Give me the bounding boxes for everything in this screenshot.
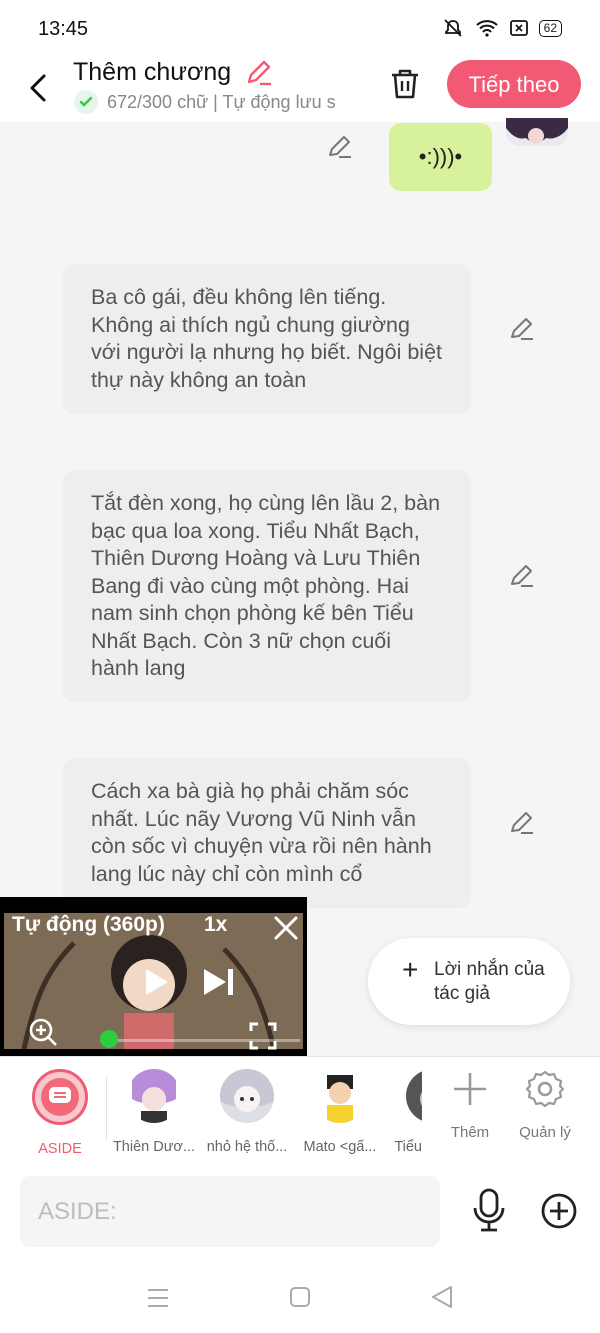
microphone-icon[interactable] bbox=[470, 1188, 508, 1232]
edit-message-icon[interactable] bbox=[508, 315, 536, 343]
close-icon[interactable] bbox=[272, 914, 300, 942]
character-item[interactable]: Thiên Dươ... bbox=[109, 1069, 199, 1155]
saved-check-icon bbox=[74, 90, 98, 114]
video-quality[interactable]: Tự động (360p) bbox=[12, 913, 165, 937]
battery-level: 62 bbox=[538, 19, 562, 37]
author-note-label: Lời nhắn của tác giả bbox=[434, 959, 545, 1004]
add-character-button[interactable]: Thêm bbox=[435, 1069, 505, 1141]
word-count-status: 672/300 chữ | Tự động lưu s bbox=[107, 92, 336, 112]
message-text: Cách xa bà già họ phải chăm sóc nhất. Lú… bbox=[91, 779, 432, 886]
edit-message-icon[interactable] bbox=[326, 133, 354, 161]
mute-icon bbox=[444, 19, 462, 37]
manage-label: Quản lý bbox=[519, 1124, 571, 1141]
avatar bbox=[127, 1069, 181, 1123]
trash-icon[interactable] bbox=[388, 66, 422, 102]
system-navigation bbox=[0, 1264, 600, 1333]
character-item[interactable]: nhỏ hệ thố... bbox=[202, 1069, 292, 1155]
next-button[interactable]: Tiếp theo bbox=[447, 60, 581, 108]
manage-characters-button[interactable]: Quản lý bbox=[510, 1069, 580, 1141]
character-label: Tiểu bbox=[394, 1139, 422, 1155]
video-speed[interactable]: 1x bbox=[204, 913, 227, 937]
skip-next-icon[interactable] bbox=[202, 967, 236, 997]
play-icon[interactable] bbox=[142, 967, 170, 997]
zoom-in-icon[interactable] bbox=[28, 1017, 58, 1047]
add-label: Thêm bbox=[450, 1124, 490, 1141]
avatar bbox=[406, 1069, 422, 1123]
character-label: nhỏ hệ thố... bbox=[206, 1139, 288, 1155]
voice-message-bubble[interactable]: •:)))• bbox=[389, 123, 492, 191]
aside-avatar bbox=[32, 1069, 88, 1125]
character-avatar bbox=[506, 118, 568, 146]
add-icon[interactable] bbox=[540, 1192, 578, 1230]
character-label: Mato <gấ... bbox=[303, 1139, 377, 1155]
character-label: ASIDE bbox=[38, 1141, 82, 1157]
composer-bar bbox=[0, 1164, 600, 1264]
back-arrow-icon[interactable] bbox=[24, 66, 54, 106]
home-icon[interactable] bbox=[289, 1286, 311, 1308]
edit-title-icon[interactable] bbox=[244, 58, 274, 88]
message-text: Ba cô gái, đều không lên tiếng. Không ai… bbox=[91, 285, 443, 392]
avatar bbox=[220, 1069, 274, 1123]
video-progress-knob[interactable] bbox=[100, 1030, 118, 1048]
character-selector: ASIDE Thiên Dươ... nhỏ hệ thố... Mato <g… bbox=[0, 1056, 600, 1165]
plus-icon: + bbox=[402, 954, 419, 985]
edit-message-icon[interactable] bbox=[508, 562, 536, 590]
character-item[interactable]: Mato <gấ... bbox=[295, 1069, 385, 1155]
status-icons: 62 bbox=[441, 18, 562, 38]
status-bar: 13:45 62 bbox=[0, 0, 600, 58]
video-progress-track[interactable] bbox=[100, 1039, 300, 1042]
gear-icon bbox=[525, 1070, 565, 1108]
divider bbox=[106, 1077, 107, 1141]
character-label: Thiên Dươ... bbox=[112, 1139, 196, 1155]
status-time: 13:45 bbox=[38, 18, 89, 40]
nav-back-icon[interactable] bbox=[430, 1284, 454, 1310]
plus-icon bbox=[454, 1073, 486, 1105]
avatar bbox=[313, 1069, 367, 1123]
fullscreen-icon[interactable] bbox=[248, 1021, 278, 1051]
message-bubble[interactable]: Tắt đèn xong, họ cùng lên lầu 2, bàn bạc… bbox=[63, 470, 471, 702]
author-note-button[interactable]: + Lời nhắn của tác giả bbox=[368, 938, 570, 1025]
editor-header: Thêm chương 672/300 chữ | Tự động lưu s … bbox=[0, 58, 600, 122]
message-bubble[interactable]: Ba cô gái, đều không lên tiếng. Không ai… bbox=[63, 264, 471, 414]
message-bubble[interactable]: Cách xa bà già họ phải chăm sóc nhất. Lú… bbox=[63, 758, 471, 908]
sim-icon bbox=[509, 20, 528, 36]
character-aside[interactable]: ASIDE bbox=[15, 1069, 105, 1157]
edit-message-icon[interactable] bbox=[508, 809, 536, 837]
character-item[interactable]: Tiểu bbox=[378, 1069, 422, 1155]
menu-icon[interactable] bbox=[146, 1286, 170, 1310]
wifi-icon bbox=[475, 20, 498, 37]
page-title: Thêm chương bbox=[73, 58, 232, 86]
floating-video-player[interactable]: Tự động (360p) 1x bbox=[0, 897, 307, 1069]
message-text: Tắt đèn xong, họ cùng lên lầu 2, bàn bạc… bbox=[91, 491, 441, 680]
message-input[interactable] bbox=[20, 1176, 440, 1247]
voice-wave: •:)))• bbox=[418, 144, 463, 169]
